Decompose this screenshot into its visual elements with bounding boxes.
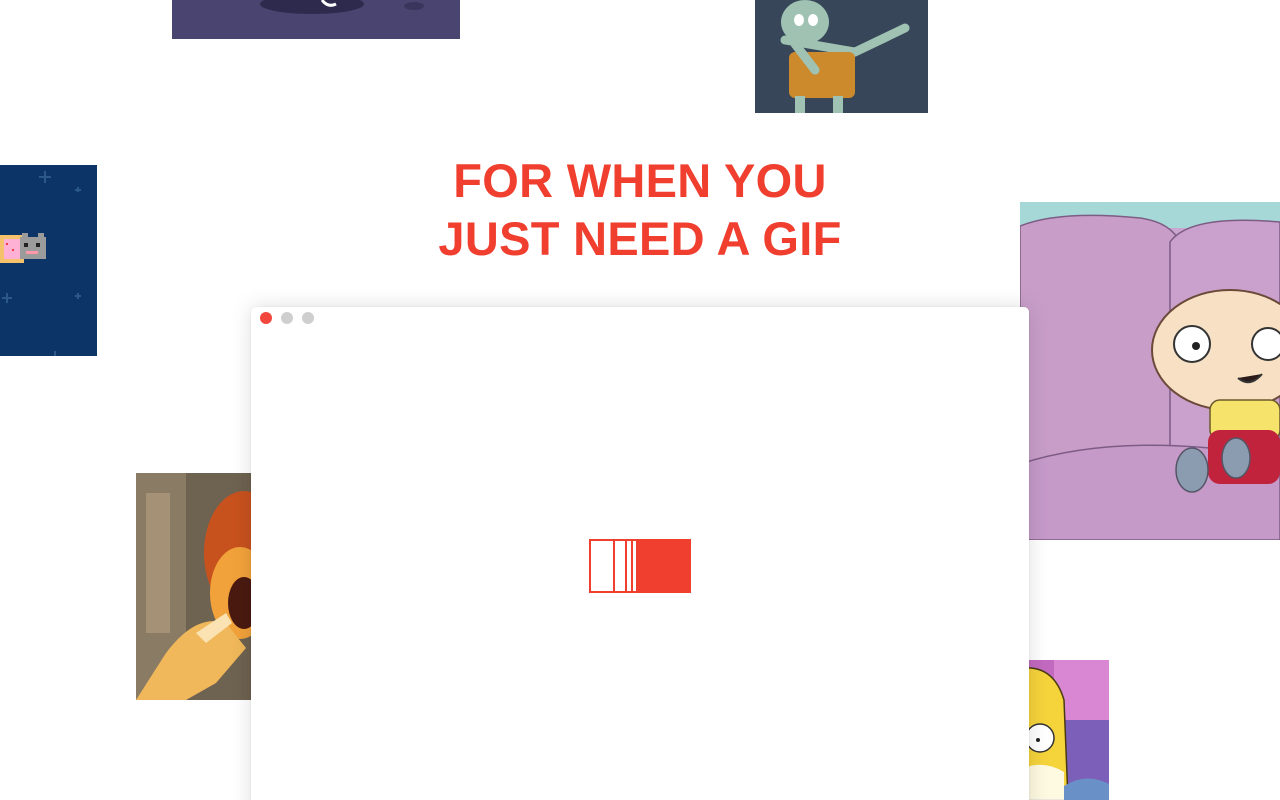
gif-thumbnail-muppet-animal[interactable] xyxy=(136,473,256,700)
gif-thumbnail-squidward-dab[interactable] xyxy=(755,0,928,113)
window-zoom-button[interactable] xyxy=(302,312,314,324)
hero-headline: FOR WHEN YOU JUST NEED A GIF xyxy=(0,152,1280,268)
gif-thumbnail-purple-scene[interactable] xyxy=(172,0,460,39)
landing-stage: FOR WHEN YOU JUST NEED A GIF xyxy=(0,0,1280,800)
app-window xyxy=(251,307,1029,800)
window-minimize-button[interactable] xyxy=(281,312,293,324)
window-close-button[interactable] xyxy=(260,312,272,324)
window-controls xyxy=(260,312,314,324)
hero-headline-line-1: FOR WHEN YOU xyxy=(453,154,827,207)
gif-loader-icon xyxy=(589,539,691,593)
hero-headline-line-2: JUST NEED A GIF xyxy=(438,212,842,265)
gif-thumbnail-homer-simpson[interactable] xyxy=(1024,660,1109,800)
